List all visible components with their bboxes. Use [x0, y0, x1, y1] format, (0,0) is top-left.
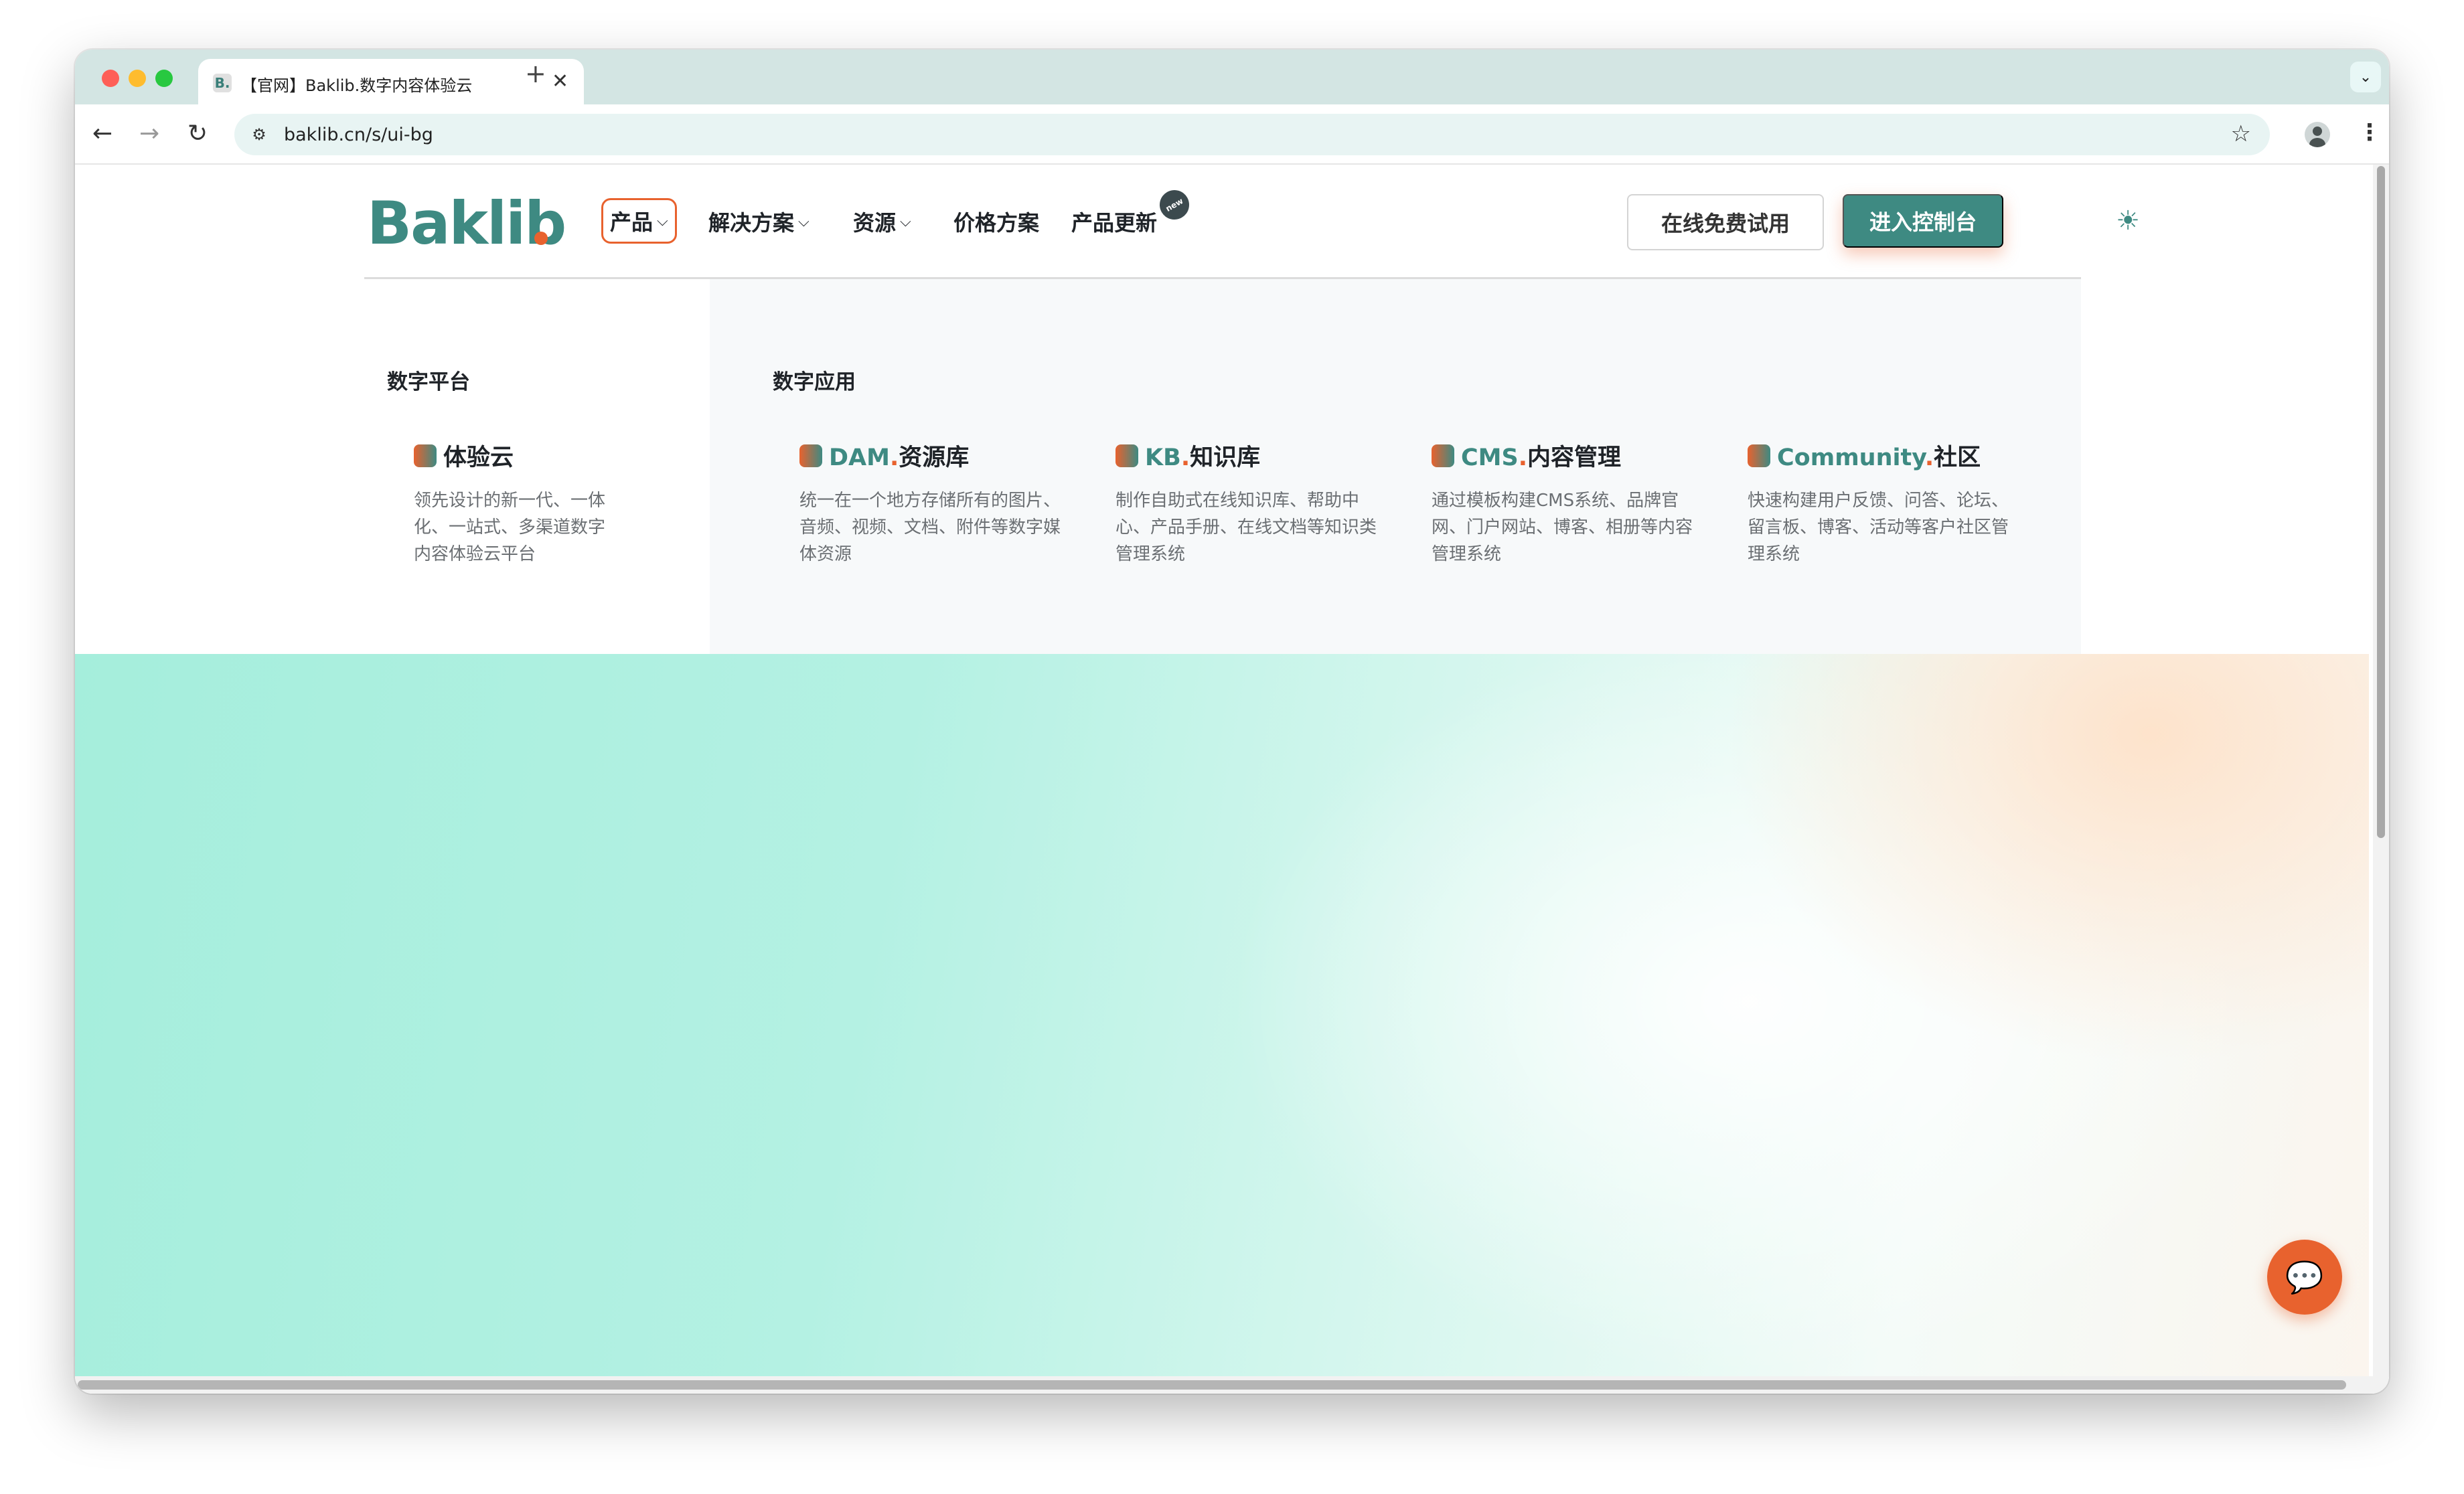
- nav-solutions-label: 解决方案: [708, 210, 795, 236]
- chat-icon: 💬: [2285, 1258, 2324, 1295]
- product-description: 通过模板构建CMS系统、品牌官网、门户网站、博客、相册等内容管理系统: [1432, 491, 1693, 564]
- product-description: 统一在一个地方存储所有的图片、音频、视频、文档、附件等数字媒体资源: [799, 491, 1061, 564]
- minimize-window-button[interactable]: [129, 70, 146, 87]
- enter-console-button[interactable]: 进入控制台: [1843, 194, 2003, 248]
- baklib-logo[interactable]: Baklib: [367, 189, 566, 258]
- url-text[interactable]: baklib.cn/s/ui-bg: [284, 124, 433, 145]
- nav-updates[interactable]: 产品更新: [1071, 206, 1157, 237]
- product-item-dam[interactable]: DAM.资源库 统一在一个地方存储所有的图片、音频、视频、文档、附件等数字媒体资…: [799, 438, 1067, 568]
- product-icon: [1748, 444, 1770, 467]
- product-heading: DAM.资源库: [799, 438, 1067, 473]
- product-icon: [1115, 444, 1138, 467]
- tab-search-chevron-icon[interactable]: ⌄: [2350, 62, 2381, 92]
- nav-resources[interactable]: 资源 ⌵: [853, 206, 911, 237]
- product-prefix: Community: [1777, 444, 1925, 471]
- close-window-button[interactable]: [102, 70, 119, 87]
- tab-strip: B. 【官网】Baklib.数字内容体验云 ✕ + ⌄: [75, 50, 2389, 104]
- maximize-window-button[interactable]: [155, 70, 173, 87]
- chevron-down-icon: ⌵: [900, 213, 911, 230]
- close-icon[interactable]: ✕: [552, 70, 568, 93]
- bookmark-star-icon[interactable]: ☆: [2231, 120, 2251, 147]
- address-bar[interactable]: ⚙ baklib.cn/s/ui-bg ☆: [234, 114, 2270, 155]
- product-prefix: CMS: [1461, 444, 1519, 471]
- product-name: 资源库: [899, 444, 970, 471]
- product-heading: Community.社区: [1748, 438, 2015, 473]
- nav-product[interactable]: 产品 ⌵: [601, 198, 677, 244]
- horizontal-scrollbar-thumb[interactable]: [78, 1380, 2346, 1390]
- sun-theme-icon[interactable]: ☀: [2113, 205, 2143, 236]
- product-item-community[interactable]: Community.社区 快速构建用户反馈、问答、论坛、留言板、博客、活动等客户…: [1748, 438, 2015, 568]
- product-heading: KB.知识库: [1115, 438, 1383, 473]
- chat-bubble-button[interactable]: 💬: [2267, 1240, 2342, 1315]
- product-description: 快速构建用户反馈、问答、论坛、留言板、博客、活动等客户社区管理系统: [1748, 491, 2009, 564]
- nav-pricing[interactable]: 价格方案: [953, 206, 1039, 237]
- product-description: 领先设计的新一代、一体化、一站式、多渠道数字内容体验云平台: [414, 491, 606, 564]
- new-badge: new: [1154, 184, 1195, 226]
- browser-window: B. 【官网】Baklib.数字内容体验云 ✕ + ⌄ ← → ↻ ⚙ bakl…: [75, 50, 2389, 1394]
- site-settings-icon[interactable]: ⚙: [249, 124, 269, 145]
- product-item-experience-cloud[interactable]: 体验云 领先设计的新一代、一体化、一站式、多渠道数字内容体验云平台: [414, 438, 615, 568]
- nav-pricing-label: 价格方案: [953, 210, 1040, 236]
- product-name: 社区: [1934, 444, 1981, 471]
- product-icon: [414, 444, 437, 467]
- nav-product-label: 产品: [610, 210, 653, 235]
- page-viewport: Baklib 产品 ⌵ 解决方案 ⌵ 资源 ⌵ 价格方案 产品更新 new 在线…: [75, 165, 2389, 1394]
- more-menu-icon[interactable]: ⋮: [2358, 119, 2381, 146]
- nav-updates-label: 产品更新: [1071, 210, 1158, 236]
- product-name: 知识库: [1190, 444, 1261, 471]
- forward-arrow-icon[interactable]: →: [139, 120, 159, 147]
- site-header: Baklib 产品 ⌵ 解决方案 ⌵ 资源 ⌵ 价格方案 产品更新 new 在线…: [75, 165, 2369, 279]
- nav-resources-label: 资源: [853, 210, 897, 236]
- favicon-icon: B.: [213, 74, 232, 92]
- nav-solutions[interactable]: 解决方案 ⌵: [708, 206, 810, 237]
- group-title-platform: 数字平台: [387, 370, 470, 394]
- new-tab-button[interactable]: +: [525, 60, 546, 87]
- product-name: 内容管理: [1527, 444, 1622, 471]
- free-trial-button[interactable]: 在线免费试用: [1627, 194, 1824, 250]
- group-title-apps: 数字应用: [773, 370, 856, 394]
- tab-title: 【官网】Baklib.数字内容体验云: [241, 76, 473, 95]
- reload-icon[interactable]: ↻: [187, 120, 208, 147]
- product-mega-menu: 数字平台 数字应用 体验云 领先设计的新一代、一体化、一站式、多渠道数字内容体验…: [75, 279, 2369, 654]
- product-icon: [1432, 444, 1454, 467]
- back-arrow-icon[interactable]: ←: [92, 120, 112, 147]
- logo-dot: [534, 232, 548, 245]
- hero-background: [75, 653, 2369, 1376]
- product-prefix: DAM: [829, 444, 890, 471]
- profile-avatar-icon[interactable]: [2305, 122, 2330, 147]
- product-prefix: KB: [1145, 444, 1181, 471]
- vertical-scrollbar-thumb[interactable]: [2377, 166, 2385, 838]
- chevron-down-icon: ⌵: [798, 213, 810, 230]
- product-name: 体验云: [443, 444, 514, 471]
- product-icon: [799, 444, 822, 467]
- product-description: 制作自助式在线知识库、帮助中心、产品手册、在线文档等知识类管理系统: [1115, 491, 1377, 564]
- product-item-cms[interactable]: CMS.内容管理 通过模板构建CMS系统、品牌官网、门户网站、博客、相册等内容管…: [1432, 438, 1699, 568]
- browser-toolbar: ← → ↻ ⚙ baklib.cn/s/ui-bg ☆ ⋮: [75, 104, 2389, 165]
- product-item-kb[interactable]: KB.知识库 制作自助式在线知识库、帮助中心、产品手册、在线文档等知识类管理系统: [1115, 438, 1383, 568]
- product-heading: 体验云: [414, 438, 615, 473]
- horizontal-scrollbar[interactable]: [75, 1376, 2389, 1394]
- vertical-scrollbar[interactable]: [2373, 165, 2389, 1376]
- product-heading: CMS.内容管理: [1432, 438, 1699, 473]
- chevron-down-icon: ⌵: [657, 212, 668, 230]
